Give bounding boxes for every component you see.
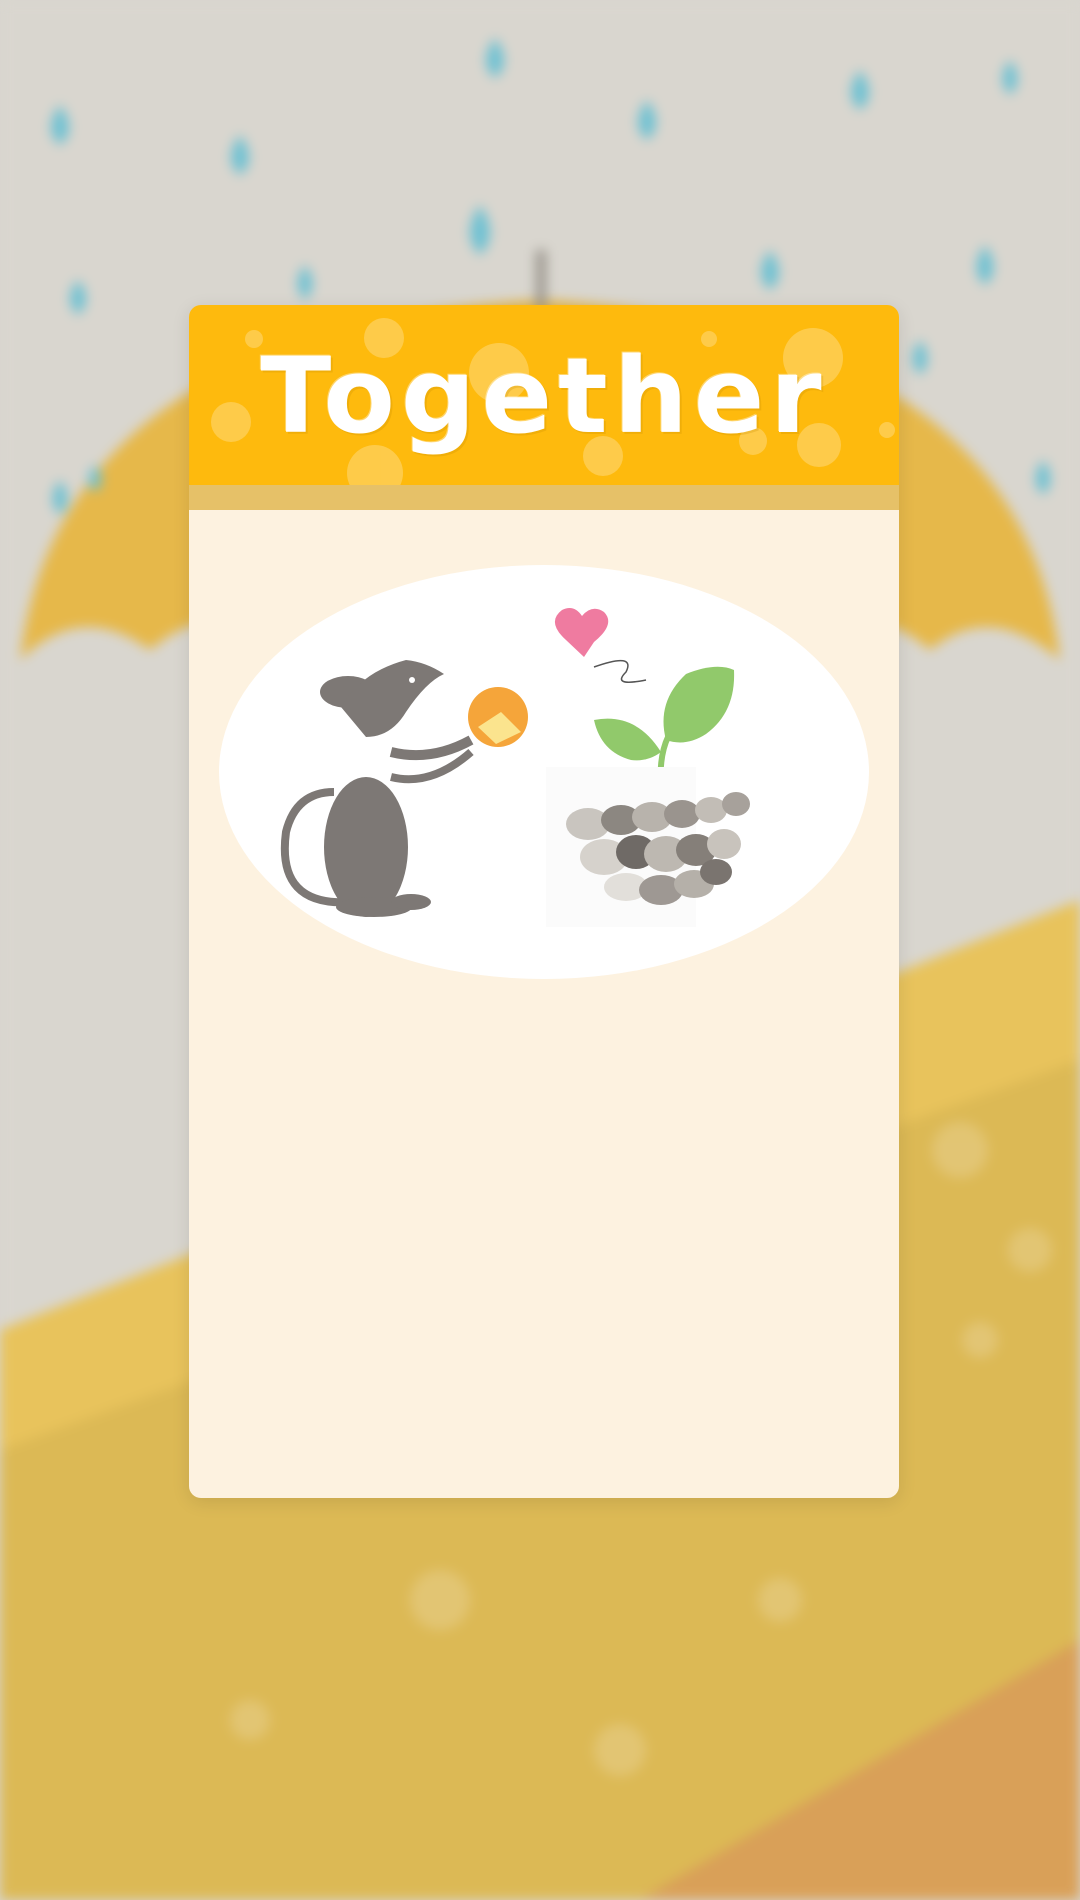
cheese-icon xyxy=(468,687,528,747)
story-illustration xyxy=(219,565,869,979)
story-card: Together xyxy=(189,305,899,1498)
title-banner: Together xyxy=(189,305,899,485)
page-title: Together xyxy=(260,335,828,457)
game-screen: Together xyxy=(0,0,1080,1900)
